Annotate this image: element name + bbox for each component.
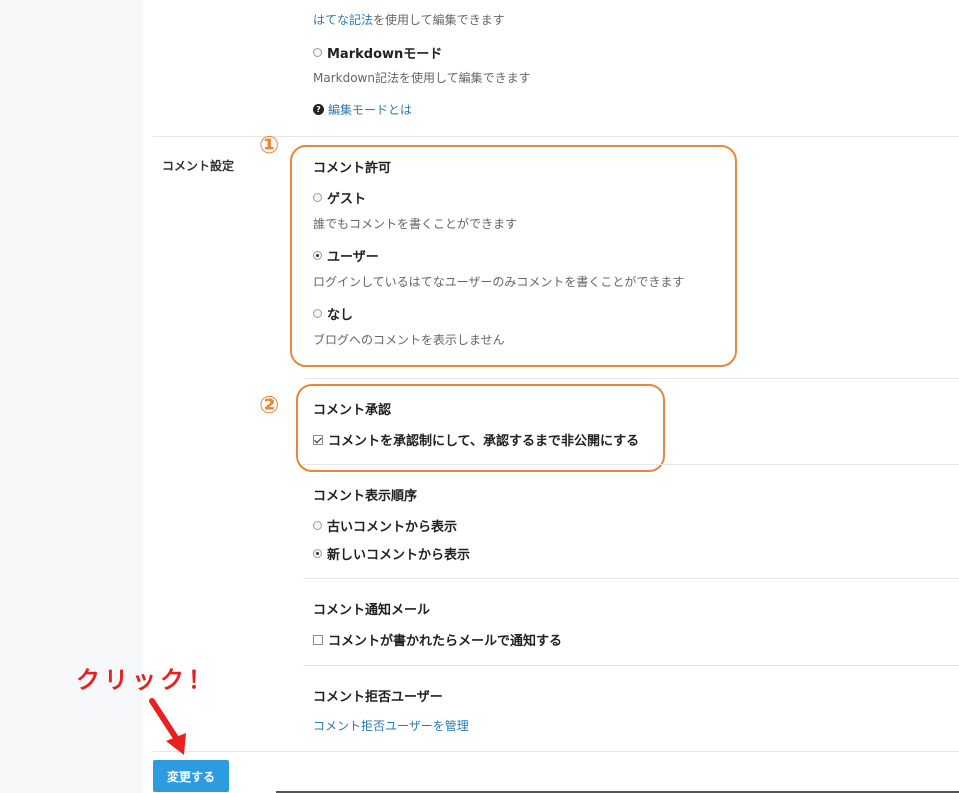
comment-permission-title: コメント許可 bbox=[313, 161, 392, 176]
order-oldest-label: 古いコメントから表示 bbox=[327, 520, 458, 535]
markdown-mode-desc: Markdown記法を使用して編集できます bbox=[313, 71, 531, 85]
markdown-mode-option[interactable]: Markdownモード bbox=[313, 43, 442, 62]
approval-checkbox-label: コメントを承認制にして、承認するまで非公開にする bbox=[328, 434, 640, 449]
markdown-mode-radio[interactable] bbox=[313, 48, 322, 57]
order-option-oldest[interactable]: 古いコメントから表示 bbox=[313, 516, 457, 535]
notify-checkbox-label: コメントが書かれたらメールで通知する bbox=[328, 634, 563, 649]
click-annotation-text: クリック！ bbox=[76, 666, 216, 694]
permission-guest-radio[interactable] bbox=[313, 193, 322, 202]
permission-none-radio[interactable] bbox=[313, 309, 322, 318]
editor-mode-help-link[interactable]: 編集モードとは bbox=[328, 101, 412, 118]
markdown-mode-label: Markdownモード bbox=[327, 47, 443, 62]
permission-user-label: ユーザー bbox=[327, 250, 379, 265]
permission-user-radio[interactable] bbox=[313, 251, 322, 260]
permission-guest-desc: 誰でもコメントを書くことができます bbox=[313, 217, 518, 231]
permission-option-user[interactable]: ユーザー bbox=[313, 246, 379, 265]
comment-notify-title: コメント通知メール bbox=[313, 603, 431, 618]
order-option-newest[interactable]: 新しいコメントから表示 bbox=[313, 544, 470, 563]
section-divider bbox=[303, 464, 959, 465]
annotation-marker-2: ② bbox=[259, 391, 280, 419]
notify-option[interactable]: コメントが書かれたらメールで通知する bbox=[313, 630, 562, 649]
approval-option[interactable]: コメントを承認制にして、承認するまで非公開にする bbox=[313, 430, 639, 449]
question-circle-icon: ? bbox=[313, 104, 324, 115]
approval-checkbox[interactable] bbox=[313, 434, 323, 445]
permission-option-guest[interactable]: ゲスト bbox=[313, 188, 366, 207]
section-divider bbox=[303, 378, 959, 379]
section-divider bbox=[303, 665, 959, 666]
comment-order-title: コメント表示順序 bbox=[313, 489, 418, 504]
annotation-box-2 bbox=[296, 384, 665, 472]
annotation-marker-1: ① bbox=[259, 131, 280, 159]
manage-blocked-users-link[interactable]: コメント拒否ユーザーを管理 bbox=[313, 717, 469, 734]
permission-guest-label: ゲスト bbox=[327, 192, 367, 207]
comment-approval-title: コメント承認 bbox=[313, 403, 392, 418]
permission-option-none[interactable]: なし bbox=[313, 304, 353, 323]
section-divider bbox=[303, 578, 959, 579]
permission-none-label: なし bbox=[327, 308, 354, 323]
hatena-notation-link[interactable]: はてな記法 bbox=[313, 13, 373, 27]
comment-blocked-title: コメント拒否ユーザー bbox=[313, 690, 443, 705]
section-divider bbox=[153, 751, 959, 752]
order-newest-radio[interactable] bbox=[313, 549, 322, 558]
hatena-mode-desc: はてな記法を使用して編集できます bbox=[313, 13, 505, 27]
notify-checkbox[interactable] bbox=[313, 634, 323, 645]
order-newest-label: 新しいコメントから表示 bbox=[327, 548, 471, 563]
permission-user-desc: ログインしているはてなユーザーのみコメントを書くことができます bbox=[313, 275, 685, 289]
comment-settings-label: コメント設定 bbox=[162, 159, 235, 173]
permission-none-desc: ブログへのコメントを表示しません bbox=[313, 333, 505, 347]
red-arrow-icon bbox=[149, 698, 186, 755]
order-oldest-radio[interactable] bbox=[313, 521, 322, 530]
editor-mode-help[interactable]: ? 編集モードとは bbox=[313, 101, 412, 118]
submit-button[interactable]: 変更する bbox=[153, 760, 229, 792]
